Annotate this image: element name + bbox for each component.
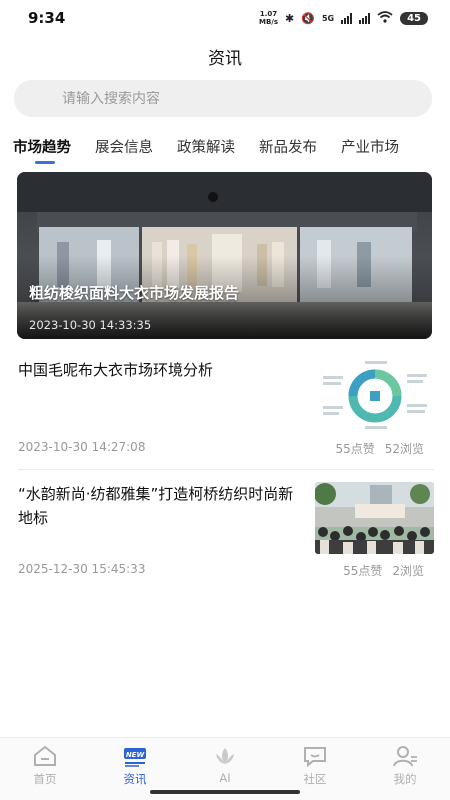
search-bar[interactable] — [14, 80, 432, 117]
home-indicator[interactable] — [150, 790, 300, 794]
news-stats: 55点赞 52浏览 — [335, 440, 424, 457]
nav-label: 我的 — [393, 772, 417, 786]
crowd-event-photo-thumbnail — [315, 482, 434, 554]
news-date: 2025-12-30 15:45:33 — [18, 562, 146, 576]
news-title: 中国毛呢布大衣市场环境分析 — [18, 361, 214, 379]
nav-home[interactable]: 首页 — [0, 738, 90, 800]
svg-text:NEW: NEW — [126, 751, 145, 759]
signal-icon-2 — [359, 12, 371, 24]
profile-icon — [393, 746, 417, 767]
ai-lotus-icon — [216, 748, 234, 764]
network-type: 5G — [321, 13, 335, 23]
featured-article-card[interactable]: 粗纺梭织面料大衣市场发展报告 2023-10-30 14:33:35 — [17, 172, 432, 339]
community-chat-icon — [304, 747, 326, 768]
signal-icon — [341, 12, 353, 24]
nav-label: AI — [219, 771, 231, 785]
battery-indicator: 45 — [400, 11, 428, 25]
news-date: 2023-10-30 14:27:08 — [18, 440, 146, 454]
news-icon: NEW — [124, 748, 146, 767]
home-icon — [34, 745, 56, 766]
swot-diagram-thumbnail — [315, 358, 434, 433]
news-stats: 55点赞 2浏览 — [343, 562, 424, 579]
tab-industry-market[interactable]: 产业市场 — [341, 130, 399, 166]
status-icons: 1.07 MB/s ✱ 🔇 5G 45 — [259, 10, 428, 26]
search-input[interactable] — [62, 90, 402, 107]
nav-label: 社区 — [303, 772, 327, 786]
featured-article-title: 粗纺梭织面料大衣市场发展报告 — [29, 284, 240, 302]
divider — [18, 469, 434, 470]
like-count: 55点赞 — [343, 564, 383, 578]
wifi-icon — [377, 10, 393, 26]
news-list-item[interactable]: 中国毛呢布大衣市场环境分析 2023-10-30 14:27:08 55点赞 52… — [18, 358, 434, 456]
status-time: 9:34 — [28, 9, 66, 27]
like-count: 55点赞 — [335, 442, 375, 456]
page-title: 资讯 — [208, 49, 242, 69]
featured-article-date: 2023-10-30 14:33:35 — [29, 318, 152, 332]
view-count: 52浏览 — [384, 442, 424, 456]
store-interior-image — [17, 172, 432, 339]
net-speed: 1.07 MB/s — [258, 10, 279, 26]
status-bar: 9:34 1.07 MB/s ✱ 🔇 5G 45 — [0, 0, 450, 36]
mute-icon: 🔇 — [301, 11, 315, 25]
tab-exhibition-info[interactable]: 展会信息 — [95, 130, 153, 166]
news-title: “水韵新尚·纺都雅集”打造柯桥纺织时尚新地标 — [18, 485, 294, 527]
bluetooth-icon: ✱ — [285, 11, 295, 25]
category-tabs: 市场趋势 展会信息 政策解读 新品发布 产业市场 — [0, 130, 450, 166]
nav-profile[interactable]: 我的 — [360, 738, 450, 800]
view-count: 2浏览 — [392, 564, 424, 578]
tab-new-releases[interactable]: 新品发布 — [259, 130, 317, 166]
news-list-item[interactable]: “水韵新尚·纺都雅集”打造柯桥纺织时尚新地标 2025-12-30 15:45:… — [18, 482, 434, 582]
nav-label: 资讯 — [123, 772, 147, 786]
tab-policy-interpretation[interactable]: 政策解读 — [177, 130, 235, 166]
tab-market-trends[interactable]: 市场趋势 — [13, 130, 71, 166]
nav-label: 首页 — [33, 772, 57, 786]
